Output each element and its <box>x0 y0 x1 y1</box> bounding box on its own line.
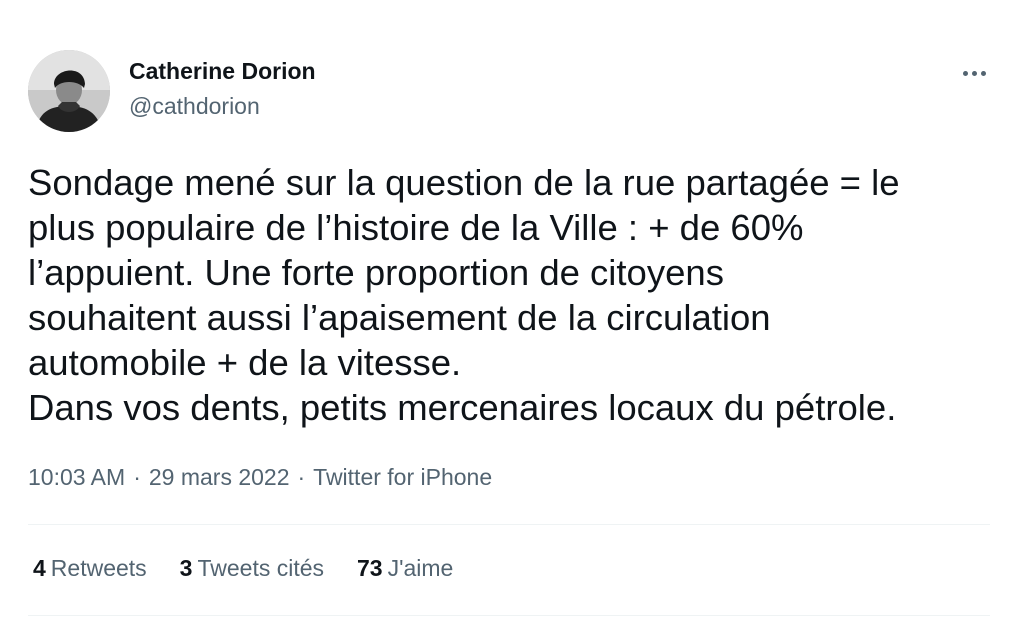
tweet-text-line: Dans vos dents, petits mercenaires locau… <box>28 387 897 428</box>
likes-stat[interactable]: 73 J'aime <box>357 555 453 582</box>
retweets-stat[interactable]: 4 Retweets <box>33 555 147 582</box>
quote-tweets-count: 3 <box>179 555 193 581</box>
tweet-text-line: plus populaire de l’histoire de la Ville… <box>28 207 804 248</box>
engagement-stats: 4 Retweets 3 Tweets cités 73 J'aime <box>33 555 486 582</box>
avatar[interactable] <box>28 50 110 132</box>
more-options-button[interactable] <box>954 60 994 86</box>
quote-tweets-stat[interactable]: 3 Tweets cités <box>180 555 324 582</box>
meta-separator: · <box>297 464 306 490</box>
author-display-name[interactable]: Catherine Dorion <box>129 58 316 85</box>
tweet-source[interactable]: Twitter for iPhone <box>313 464 492 490</box>
tweet-meta: 10:03 AM · 29 mars 2022 · Twitter for iPhone <box>28 464 492 491</box>
meta-separator: · <box>133 464 141 490</box>
profile-photo-icon <box>28 50 110 132</box>
author-handle[interactable]: @cathdorion <box>129 93 260 120</box>
more-horizontal-icon <box>980 70 986 76</box>
tweet-text-line: automobile + de la vitesse. <box>28 342 462 383</box>
tweet-text-line: l’appuient. Une forte proportion de cito… <box>28 252 724 293</box>
retweets-label: Retweets <box>50 555 147 581</box>
tweet-text: Sondage mené sur la question de la rue p… <box>28 160 1003 430</box>
likes-count: 73 <box>357 555 383 581</box>
tweet-text-line: souhaitent aussi l’apaisement de la circ… <box>28 297 771 338</box>
tweet-date[interactable]: 29 mars 2022 <box>149 464 290 490</box>
divider <box>28 524 990 525</box>
likes-label: J'aime <box>387 555 454 581</box>
tweet-time[interactable]: 10:03 AM <box>28 464 125 490</box>
tweet-card: Catherine Dorion @cathdorion Sondage men… <box>0 0 1018 632</box>
quote-tweets-label: Tweets cités <box>197 555 325 581</box>
tweet-text-line: Sondage mené sur la question de la rue p… <box>28 162 900 203</box>
divider <box>28 615 990 616</box>
retweets-count: 4 <box>33 555 46 581</box>
more-horizontal-icon <box>971 70 977 76</box>
more-horizontal-icon <box>962 70 968 76</box>
